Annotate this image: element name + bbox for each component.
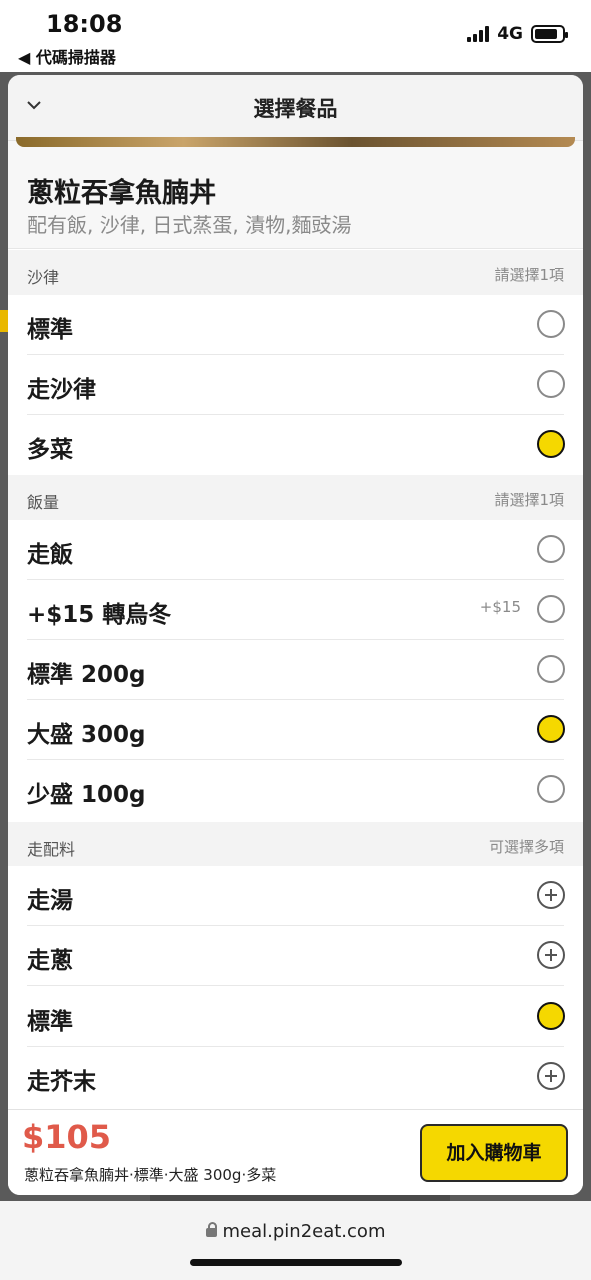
option-row[interactable]: 走湯 xyxy=(8,866,583,926)
option-row[interactable]: 走沙律 xyxy=(8,355,583,415)
order-footer: $105 蔥粒吞拿魚腩丼·標準·大盛 300g·多菜 加入購物車 xyxy=(8,1109,583,1195)
option-row[interactable]: 少盛 100g xyxy=(8,760,583,820)
option-label: 走沙律 xyxy=(27,377,96,403)
section-header-rice: 飯量 請選擇1項 xyxy=(8,475,583,521)
background-peek xyxy=(0,310,8,332)
dish-image-edge xyxy=(16,137,575,147)
dish-name: 蔥粒吞拿魚腩丼 xyxy=(27,178,216,209)
option-row[interactable]: 走飯 xyxy=(8,520,583,580)
section-header-toppings: 走配料 可選擇多項 xyxy=(8,822,583,868)
radio-button[interactable] xyxy=(537,310,565,338)
signal-icon xyxy=(467,26,490,42)
radio-button[interactable] xyxy=(537,370,565,398)
dish-info: 蔥粒吞拿魚腩丼 配有飯, 沙律, 日式蒸蛋, 漬物,麵豉湯 xyxy=(8,141,583,249)
option-row[interactable]: 走蔥 xyxy=(8,926,583,986)
radio-button[interactable] xyxy=(537,535,565,563)
url-text: meal.pin2eat.com xyxy=(222,1221,386,1242)
sheet-title: 選擇餐品 xyxy=(253,97,338,121)
radio-button[interactable] xyxy=(537,595,565,623)
section-title: 沙律 xyxy=(27,268,60,287)
section-hint: 請選擇1項 xyxy=(494,266,564,284)
add-to-cart-button[interactable]: 加入購物車 xyxy=(420,1124,568,1182)
option-row[interactable]: 多菜 xyxy=(8,415,583,475)
status-indicators: 4G xyxy=(467,24,568,44)
option-label: +$15 轉烏冬 xyxy=(27,602,172,628)
selection-summary: 蔥粒吞拿魚腩丼·標準·大盛 300g·多菜 xyxy=(24,1166,277,1184)
divider xyxy=(27,985,564,986)
section-hint: 可選擇多項 xyxy=(488,838,564,856)
option-label: 多菜 xyxy=(27,437,73,463)
option-row[interactable]: 標準 xyxy=(8,295,583,355)
option-label: 標準 xyxy=(27,317,73,343)
dish-description: 配有飯, 沙律, 日式蒸蛋, 漬物,麵豉湯 xyxy=(27,213,352,237)
option-label: 少盛 100g xyxy=(27,782,146,808)
back-to-app-link[interactable]: ◀ 代碼掃描器 xyxy=(18,44,116,68)
radio-button-selected[interactable] xyxy=(537,430,565,458)
option-row[interactable]: +$15 轉烏冬 +$15 xyxy=(8,580,583,640)
home-indicator[interactable] xyxy=(190,1259,402,1266)
option-price: +$15 xyxy=(479,598,521,616)
radio-button[interactable] xyxy=(537,775,565,803)
section-hint: 請選擇1項 xyxy=(494,491,564,509)
status-bar: 18:08 ◀ 代碼掃描器 4G xyxy=(0,0,591,72)
status-time: 18:08 xyxy=(46,10,123,38)
option-row[interactable]: 大盛 300g xyxy=(8,700,583,760)
radio-button-selected[interactable] xyxy=(537,715,565,743)
option-row[interactable]: 走芥末 xyxy=(8,1047,583,1107)
option-label: 大盛 300g xyxy=(27,722,146,748)
url-field[interactable]: meal.pin2eat.com xyxy=(0,1221,591,1242)
option-label: 標準 xyxy=(27,1009,73,1035)
option-label: 走蔥 xyxy=(27,948,73,974)
option-label: 標準 200g xyxy=(27,662,146,688)
network-label: 4G xyxy=(497,24,523,44)
browser-url-bar[interactable]: meal.pin2eat.com xyxy=(0,1201,591,1280)
lock-icon xyxy=(205,1222,217,1237)
battery-icon xyxy=(531,25,568,43)
option-label: 走湯 xyxy=(27,888,73,914)
section-title: 走配料 xyxy=(27,840,76,859)
total-price: $105 xyxy=(22,1118,112,1156)
option-label: 走芥末 xyxy=(27,1069,96,1095)
add-circle-icon[interactable] xyxy=(537,881,565,909)
option-row[interactable]: 標準 xyxy=(8,987,583,1047)
radio-button-selected[interactable] xyxy=(537,1002,565,1030)
radio-button[interactable] xyxy=(537,655,565,683)
option-label: 走飯 xyxy=(27,542,73,568)
section-header-salad: 沙律 請選擇1項 xyxy=(8,250,583,296)
sheet-header: 選擇餐品 xyxy=(8,75,583,141)
meal-options-sheet: 選擇餐品 蔥粒吞拿魚腩丼 配有飯, 沙律, 日式蒸蛋, 漬物,麵豉湯 沙律 請選… xyxy=(8,75,583,1195)
option-row[interactable]: 標準 200g xyxy=(8,640,583,700)
add-circle-icon[interactable] xyxy=(537,941,565,969)
section-title: 飯量 xyxy=(27,493,60,512)
add-circle-icon[interactable] xyxy=(537,1062,565,1090)
